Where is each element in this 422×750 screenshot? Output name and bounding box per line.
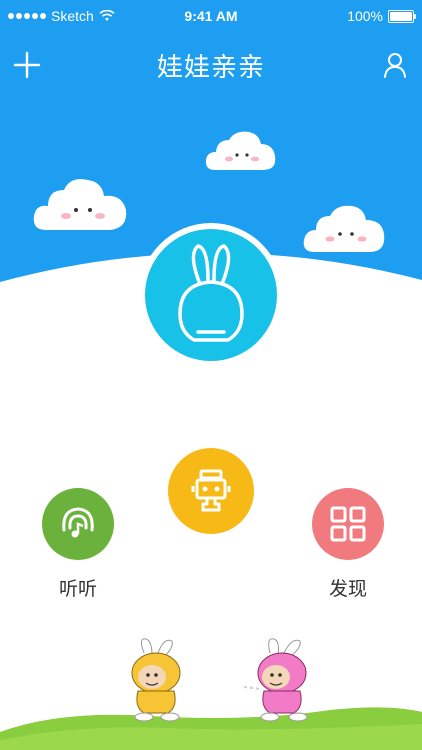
robot-icon: [191, 469, 231, 512]
pink-bunny-character: [243, 638, 308, 722]
status-right: 100%: [347, 8, 416, 24]
headphones-music-icon: [62, 507, 94, 538]
grid-icon: [330, 506, 366, 542]
robot-feature[interactable]: [168, 448, 254, 534]
listen-feature[interactable]: 听听: [38, 488, 118, 601]
user-icon: [384, 53, 406, 78]
rabbit-logo-icon: [139, 223, 283, 367]
yellow-bunny-character: [131, 638, 181, 722]
profile-button[interactable]: [380, 50, 410, 80]
listen-circle: [42, 488, 114, 560]
battery-percent: 100%: [347, 8, 383, 24]
discover-circle: [312, 488, 384, 560]
listen-label: 听听: [58, 579, 97, 600]
center-logo-button[interactable]: [138, 222, 284, 368]
cloud-left: [33, 179, 127, 230]
battery-icon: [388, 9, 416, 23]
grass-ground: [0, 707, 422, 750]
cloud-right: [303, 205, 385, 252]
page-title: 娃娃亲亲: [156, 52, 265, 82]
robot-circle: [168, 448, 254, 534]
discover-label: 发现: [328, 579, 367, 600]
discover-feature[interactable]: 发现: [308, 488, 388, 601]
cloud-top: [205, 131, 276, 170]
status-bar: Sketch 9:41 AM 100%: [0, 0, 422, 32]
